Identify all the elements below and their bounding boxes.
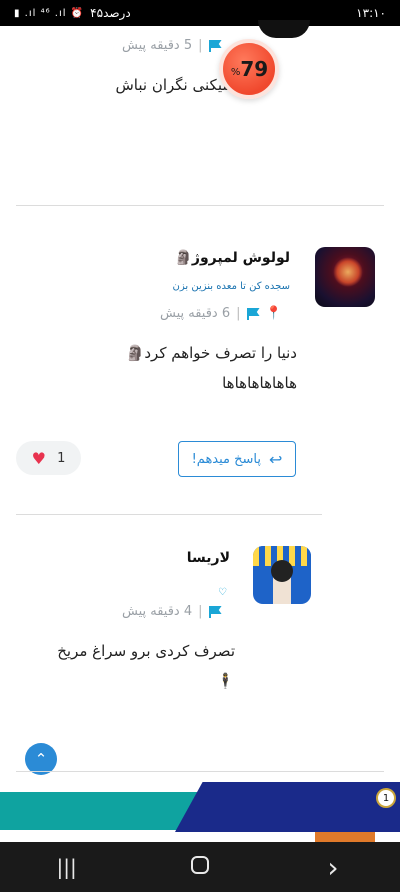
avatar-partial <box>258 20 310 38</box>
comment-meta: | 4 دقیقه پیش <box>122 604 222 619</box>
banner-shape <box>315 832 375 842</box>
comment-line: تصرف کردی برو سراغ مریخ🕴️ <box>57 642 235 690</box>
time-ago: 5 دقیقه پیش <box>122 38 193 53</box>
divider <box>16 771 384 772</box>
time-ago: 6 دقیقه پیش <box>160 306 231 321</box>
flag-icon[interactable] <box>246 308 260 320</box>
top-comment-meta: | 5 دقیقه پیش <box>122 38 222 53</box>
heart-outline-icon: ♡ <box>218 587 227 598</box>
score-value: 79 <box>240 57 269 81</box>
avatar[interactable] <box>315 247 375 307</box>
avatar-art <box>271 560 293 582</box>
author-subtitle: سجده کن تا معده بنزین بزن <box>172 281 290 292</box>
time-ago: 4 دقیقه پیش <box>122 604 193 619</box>
banner-badge: 1 <box>376 788 396 808</box>
system-nav-bar: ||| ‹ <box>0 842 400 892</box>
home-icon <box>190 856 209 874</box>
pin-icon[interactable]: 📍 <box>266 306 282 321</box>
battery-text: ۴۵درصد <box>90 6 131 20</box>
divider <box>16 205 384 206</box>
separator: | <box>198 604 203 619</box>
separator: | <box>198 38 203 53</box>
heart-icon: ♥ <box>31 448 46 468</box>
separator: | <box>236 306 241 321</box>
status-left: ▮ .ıl ⁴⁶ .ıl ⏰ ۴۵درصد <box>14 6 131 20</box>
status-icons: ▮ .ıl ⁴⁶ .ıl ⏰ <box>14 7 85 19</box>
banner-shape <box>175 782 400 832</box>
recent-apps-button[interactable]: ||| <box>37 855 97 879</box>
ad-banner[interactable]: 1 <box>0 782 400 842</box>
comment-line: هاهاهاهاهاها <box>222 374 297 392</box>
reply-button[interactable]: ↩ پاسخ میدهم! <box>178 441 296 477</box>
avatar-art <box>333 257 363 287</box>
score-unit: % <box>230 66 241 78</box>
author-name[interactable]: لاریسا <box>150 550 230 566</box>
author-name[interactable]: لولوش لمپروژ🗿 <box>150 250 290 266</box>
divider <box>16 514 322 515</box>
reply-icon: ↩ <box>269 449 283 469</box>
reply-label: پاسخ میدهم! <box>191 451 262 467</box>
avatar[interactable] <box>253 546 311 604</box>
clock: ۱۳:۱۰ <box>356 6 386 20</box>
status-bar: ▮ .ıl ⁴⁶ .ıl ⏰ ۴۵درصد ۱۳:۱۰ <box>0 0 400 26</box>
flag-icon[interactable] <box>208 40 222 52</box>
screen: ▮ .ıl ⁴⁶ .ıl ⏰ ۴۵درصد ۱۳:۱۰ | 5 دقیقه پی… <box>0 0 400 892</box>
comment-meta: 📍 | 6 دقیقه پیش <box>160 306 282 321</box>
score-badge: % 79 <box>219 39 279 99</box>
chevron-up-icon: ⌃ <box>34 750 48 768</box>
home-button[interactable] <box>170 855 230 879</box>
comment-line: دنیا را تصرف خواهم کرد🗿 <box>125 344 297 362</box>
flag-icon[interactable] <box>208 606 222 618</box>
back-button[interactable]: ‹ <box>303 851 363 884</box>
like-count: 1 <box>57 450 66 466</box>
like-button[interactable]: ♥ 1 <box>16 441 81 475</box>
